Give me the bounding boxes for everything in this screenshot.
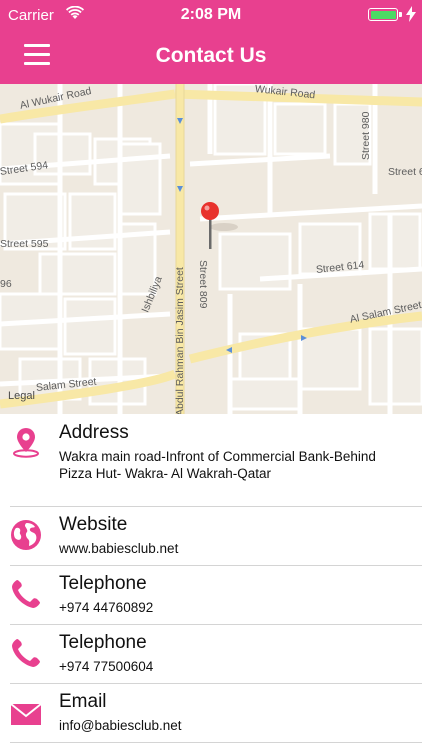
contact-label: Telephone — [59, 632, 147, 653]
contact-label: Website — [59, 514, 128, 535]
page-title: Contact Us — [155, 44, 267, 67]
contact-value[interactable]: info@babiesclub.net — [59, 717, 379, 734]
envelope-icon — [10, 703, 42, 725]
clock: 2:08 PM — [180, 6, 242, 23]
contact-website-row[interactable]: Website www.babiesclub.net — [0, 507, 422, 565]
contact-label: Telephone — [59, 573, 147, 594]
street-label: Street 595 — [0, 238, 49, 250]
contact-telephone-row[interactable]: Telephone +974 44760892 — [0, 566, 422, 624]
contact-value[interactable]: www.babiesclub.net — [59, 540, 379, 557]
phone-icon — [12, 639, 40, 667]
divider — [10, 742, 422, 743]
map-canvas — [0, 84, 422, 414]
contact-address-row[interactable]: Address Wakra main road-Infront of Comme… — [0, 414, 422, 506]
contact-value[interactable]: +974 77500604 — [59, 658, 379, 675]
battery-icon — [368, 8, 398, 21]
map-view[interactable]: Al Wukair Road Wukair Road Street 594 St… — [0, 84, 422, 414]
street-label: Abdul Rahman Bin Jasim Street — [174, 267, 186, 414]
street-label: 96 — [0, 278, 12, 290]
contact-label: Email — [59, 691, 107, 712]
contact-value[interactable]: +974 44760892 — [59, 599, 379, 616]
contact-label: Address — [59, 422, 129, 443]
contact-email-row[interactable]: Email info@babiesclub.net — [0, 684, 422, 742]
contact-value: Wakra main road-Infront of Commercial Ba… — [59, 449, 376, 481]
street-label: Street 980 — [360, 111, 372, 160]
street-label: Street 809 — [197, 260, 209, 309]
contact-telephone-row[interactable]: Telephone +974 77500604 — [0, 625, 422, 683]
navigation-bar: Contact Us — [0, 30, 422, 84]
street-label: Street 6 — [388, 166, 422, 178]
phone-icon — [12, 580, 40, 608]
map-legal-link[interactable]: Legal — [8, 390, 35, 402]
charging-bolt-icon — [406, 6, 416, 22]
location-pin-icon — [13, 428, 39, 458]
battery-tip — [399, 12, 402, 17]
globe-icon — [11, 520, 41, 550]
